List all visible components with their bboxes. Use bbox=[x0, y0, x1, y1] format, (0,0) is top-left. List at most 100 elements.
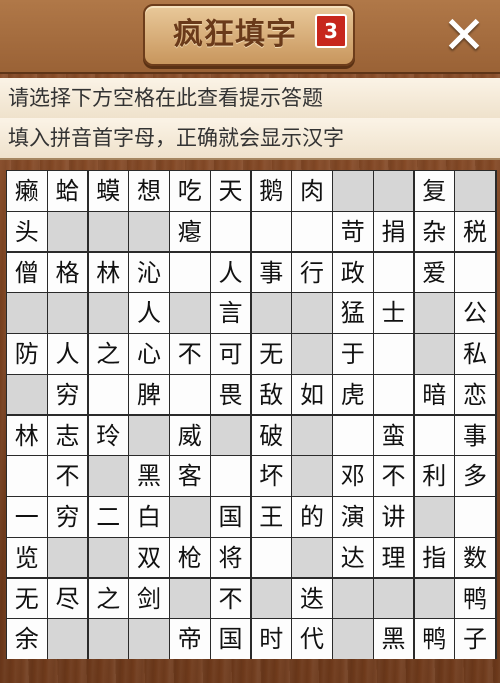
empty-cell[interactable] bbox=[373, 334, 414, 374]
filled-cell[interactable]: 威 bbox=[170, 415, 210, 455]
filled-cell[interactable]: 二 bbox=[88, 497, 128, 537]
filled-cell[interactable]: 帝 bbox=[170, 619, 210, 659]
filled-cell[interactable]: 达 bbox=[333, 537, 373, 578]
filled-cell[interactable]: 行 bbox=[292, 252, 332, 292]
empty-cell[interactable] bbox=[373, 374, 414, 415]
filled-cell[interactable]: 私 bbox=[455, 334, 495, 374]
filled-cell[interactable]: 人 bbox=[129, 293, 169, 333]
filled-cell[interactable]: 事 bbox=[455, 415, 495, 455]
filled-cell[interactable]: 理 bbox=[373, 537, 414, 578]
filled-cell[interactable]: 多 bbox=[455, 456, 495, 496]
empty-cell[interactable] bbox=[292, 211, 332, 252]
filled-cell[interactable]: 无 bbox=[251, 334, 291, 374]
filled-cell[interactable]: 鹅 bbox=[251, 171, 291, 211]
filled-cell[interactable]: 双 bbox=[129, 537, 169, 578]
filled-cell[interactable]: 时 bbox=[251, 619, 291, 659]
filled-cell[interactable]: 政 bbox=[333, 252, 373, 292]
filled-cell[interactable]: 林 bbox=[7, 415, 47, 455]
filled-cell[interactable]: 人 bbox=[47, 334, 88, 374]
filled-cell[interactable]: 破 bbox=[251, 415, 291, 455]
empty-cell[interactable] bbox=[170, 252, 210, 292]
filled-cell[interactable]: 演 bbox=[333, 497, 373, 537]
empty-cell[interactable] bbox=[414, 415, 454, 455]
filled-cell[interactable]: 代 bbox=[292, 619, 332, 659]
filled-cell[interactable]: 白 bbox=[129, 497, 169, 537]
filled-cell[interactable]: 可 bbox=[210, 334, 251, 374]
filled-cell[interactable]: 的 bbox=[292, 497, 332, 537]
filled-cell[interactable]: 不 bbox=[210, 578, 251, 618]
filled-cell[interactable]: 畏 bbox=[210, 374, 251, 415]
filled-cell[interactable]: 头 bbox=[7, 211, 47, 252]
empty-cell[interactable] bbox=[210, 456, 251, 496]
filled-cell[interactable]: 沁 bbox=[129, 252, 169, 292]
filled-cell[interactable]: 鸭 bbox=[414, 619, 454, 659]
filled-cell[interactable]: 鸭 bbox=[455, 578, 495, 618]
filled-cell[interactable]: 捐 bbox=[373, 211, 414, 252]
filled-cell[interactable]: 天 bbox=[210, 171, 251, 211]
filled-cell[interactable]: 公 bbox=[455, 293, 495, 333]
filled-cell[interactable]: 想 bbox=[129, 171, 169, 211]
filled-cell[interactable]: 税 bbox=[455, 211, 495, 252]
filled-cell[interactable]: 复 bbox=[414, 171, 454, 211]
filled-cell[interactable]: 士 bbox=[373, 293, 414, 333]
filled-cell[interactable]: 王 bbox=[251, 497, 291, 537]
empty-cell[interactable] bbox=[333, 415, 373, 455]
empty-cell[interactable] bbox=[7, 456, 47, 496]
filled-cell[interactable]: 子 bbox=[455, 619, 495, 659]
filled-cell[interactable]: 玲 bbox=[88, 415, 128, 455]
empty-cell[interactable] bbox=[373, 252, 414, 292]
filled-cell[interactable]: 格 bbox=[47, 252, 88, 292]
filled-cell[interactable]: 国 bbox=[210, 497, 251, 537]
filled-cell[interactable]: 事 bbox=[251, 252, 291, 292]
empty-cell[interactable] bbox=[210, 211, 251, 252]
filled-cell[interactable]: 人 bbox=[210, 252, 251, 292]
filled-cell[interactable]: 将 bbox=[210, 537, 251, 578]
filled-cell[interactable]: 敌 bbox=[251, 374, 291, 415]
filled-cell[interactable]: 览 bbox=[7, 537, 47, 578]
filled-cell[interactable]: 数 bbox=[455, 537, 495, 578]
filled-cell[interactable]: 虎 bbox=[333, 374, 373, 415]
filled-cell[interactable]: 黑 bbox=[373, 619, 414, 659]
filled-cell[interactable]: 言 bbox=[210, 293, 251, 333]
filled-cell[interactable]: 不 bbox=[170, 334, 210, 374]
filled-cell[interactable]: 不 bbox=[373, 456, 414, 496]
filled-cell[interactable]: 猛 bbox=[333, 293, 373, 333]
filled-cell[interactable]: 杂 bbox=[414, 211, 454, 252]
filled-cell[interactable]: 蛤 bbox=[47, 171, 88, 211]
empty-cell[interactable] bbox=[251, 211, 291, 252]
filled-cell[interactable]: 蛮 bbox=[373, 415, 414, 455]
close-icon[interactable]: ✕ bbox=[440, 10, 488, 62]
filled-cell[interactable]: 坏 bbox=[251, 456, 291, 496]
filled-cell[interactable]: 讲 bbox=[373, 497, 414, 537]
filled-cell[interactable]: 邓 bbox=[333, 456, 373, 496]
filled-cell[interactable]: 癞 bbox=[7, 171, 47, 211]
filled-cell[interactable]: 心 bbox=[129, 334, 169, 374]
filled-cell[interactable]: 迭 bbox=[292, 578, 332, 618]
filled-cell[interactable]: 无 bbox=[7, 578, 47, 618]
filled-cell[interactable]: 黑 bbox=[129, 456, 169, 496]
filled-cell[interactable]: 林 bbox=[88, 252, 128, 292]
filled-cell[interactable]: 瘪 bbox=[170, 211, 210, 252]
filled-cell[interactable]: 不 bbox=[47, 456, 88, 496]
filled-cell[interactable]: 之 bbox=[88, 334, 128, 374]
empty-cell[interactable] bbox=[455, 497, 495, 537]
filled-cell[interactable]: 肉 bbox=[292, 171, 332, 211]
empty-cell[interactable] bbox=[170, 374, 210, 415]
filled-cell[interactable]: 脾 bbox=[129, 374, 169, 415]
filled-cell[interactable]: 尽 bbox=[47, 578, 88, 618]
filled-cell[interactable]: 穷 bbox=[47, 374, 88, 415]
filled-cell[interactable]: 余 bbox=[7, 619, 47, 659]
filled-cell[interactable]: 暗 bbox=[414, 374, 454, 415]
filled-cell[interactable]: 爱 bbox=[414, 252, 454, 292]
filled-cell[interactable]: 防 bbox=[7, 334, 47, 374]
filled-cell[interactable]: 如 bbox=[292, 374, 332, 415]
filled-cell[interactable]: 利 bbox=[414, 456, 454, 496]
filled-cell[interactable]: 僧 bbox=[7, 252, 47, 292]
filled-cell[interactable]: 吃 bbox=[170, 171, 210, 211]
filled-cell[interactable]: 指 bbox=[414, 537, 454, 578]
filled-cell[interactable]: 穷 bbox=[47, 497, 88, 537]
filled-cell[interactable]: 客 bbox=[170, 456, 210, 496]
filled-cell[interactable]: 恋 bbox=[455, 374, 495, 415]
filled-cell[interactable]: 之 bbox=[88, 578, 128, 618]
filled-cell[interactable]: 一 bbox=[7, 497, 47, 537]
